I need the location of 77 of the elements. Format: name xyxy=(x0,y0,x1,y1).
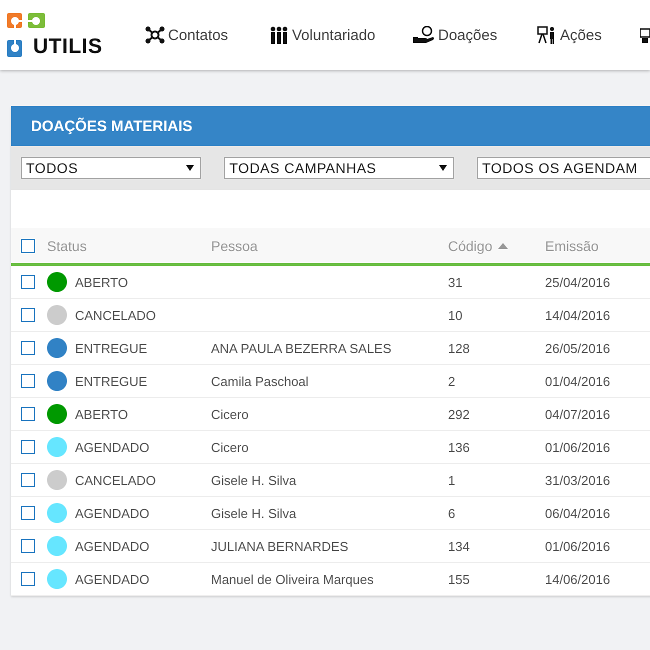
table-cell: 6 xyxy=(448,506,456,520)
table-cell: Camila Paschoal xyxy=(211,374,309,388)
checkbox[interactable] xyxy=(21,440,35,454)
table-cell: Cicero xyxy=(211,406,249,422)
checkbox[interactable] xyxy=(21,572,35,586)
table-cell: Gisele H. Silva xyxy=(211,472,296,488)
table-cell: JULIANA BERNARDES xyxy=(211,538,348,554)
table-cell: ABERTO xyxy=(75,274,128,290)
table-cell: 04/07/2016 xyxy=(545,406,610,422)
table-cell: 25/04/2016 xyxy=(545,274,610,290)
table-cell: Cicero xyxy=(211,440,249,454)
table-row[interactable]: AGENDADO JULIANA BERNARDES 134 01/06/2016 xyxy=(11,530,650,563)
table-cell: 26/05/2016 xyxy=(545,340,610,356)
table-cell: Gisele H. Silva xyxy=(211,506,296,520)
dropdown[interactable]: TODOS OS AGENDAM xyxy=(477,157,650,179)
table-cell: AGENDADO xyxy=(75,506,150,520)
table-row[interactable]: ENTREGUE ANA PAULA BEZERRA SALES 128 26/05/2016 xyxy=(11,332,650,365)
checkbox[interactable] xyxy=(21,341,35,355)
table-cell: ANA PAULA BEZERRA SALES xyxy=(211,340,392,356)
nav-link[interactable]: Contatos xyxy=(145,26,249,44)
table-cell: AGENDADO xyxy=(75,440,150,454)
table-row[interactable]: AGENDADO Gisele H. Silva 6 06/04/2016 xyxy=(11,497,650,530)
table-cell: AGENDADO xyxy=(75,572,150,586)
checkbox[interactable] xyxy=(21,275,35,289)
checkbox[interactable] xyxy=(21,308,35,322)
table-cell: AGENDADO xyxy=(75,538,150,554)
table-cell: 1 xyxy=(448,472,456,488)
sort-arrow-icon xyxy=(498,242,508,248)
table-cell: 10 xyxy=(448,308,462,322)
table-cell: 14/06/2016 xyxy=(545,572,610,586)
table-cell: 06/04/2016 xyxy=(545,506,610,520)
table-cell: 31 xyxy=(448,274,462,290)
checkbox[interactable] xyxy=(21,539,35,553)
table-row[interactable]: ENTREGUE Camila Paschoal 2 01/04/2016 xyxy=(11,365,650,398)
table-cell: 01/06/2016 xyxy=(545,440,610,454)
table-cell: CANCELADO xyxy=(75,472,156,488)
checkbox[interactable] xyxy=(21,374,35,388)
table-cell: ENTREGUE xyxy=(75,340,148,356)
dropdown[interactable]: TODOS xyxy=(21,157,202,179)
table-cell: ABERTO xyxy=(75,406,128,422)
checkbox[interactable] xyxy=(21,473,35,487)
table-cell: 292 xyxy=(448,406,470,422)
nav-link[interactable]: Voluntariado xyxy=(269,26,393,44)
table-cell: 136 xyxy=(448,440,470,454)
table-row[interactable]: CANCELADO Gisele H. Silva 1 31/03/2016 xyxy=(11,464,650,497)
network-icon xyxy=(145,26,165,44)
nav-link[interactable] xyxy=(640,26,650,44)
table-cell: Manuel de Oliveira Marques xyxy=(211,572,374,586)
table-cell: CANCELADO xyxy=(75,308,156,322)
nav-link[interactable]: Ações xyxy=(537,26,620,44)
panel-title: DOAÇÕES MATERIAIS xyxy=(31,118,192,134)
table-cell: 2 xyxy=(448,374,456,388)
table-cell: 01/06/2016 xyxy=(545,538,610,554)
hand-coin-icon xyxy=(413,26,435,44)
table-cell: 01/04/2016 xyxy=(545,374,610,388)
table-cell: 31/03/2016 xyxy=(545,472,610,488)
logo-text: UTILIS xyxy=(33,36,102,57)
table-row[interactable]: CANCELADO 10 14/04/2016 xyxy=(11,299,650,332)
people-icon xyxy=(269,26,289,44)
table-row[interactable]: ABERTO Cicero 292 04/07/2016 xyxy=(11,398,650,431)
nav-icon xyxy=(640,26,650,44)
table-cell: 14/04/2016 xyxy=(545,308,610,322)
presenter-icon xyxy=(537,26,557,44)
table-row[interactable]: ABERTO 31 25/04/2016 xyxy=(11,266,650,299)
caret-icon xyxy=(439,165,448,171)
table-cell: 134 xyxy=(448,538,470,554)
table-cell: ENTREGUE xyxy=(75,374,148,388)
checkbox[interactable] xyxy=(21,407,35,421)
checkbox[interactable] xyxy=(21,238,35,252)
table-cell: 155 xyxy=(448,572,470,586)
caret-icon xyxy=(186,165,194,171)
table-cell: 128 xyxy=(448,340,470,356)
nav-link[interactable]: Doações xyxy=(413,26,517,44)
table-row[interactable]: AGENDADO Manuel de Oliveira Marques 155 14/06/2016 xyxy=(11,563,650,596)
table-row[interactable]: AGENDADO Cicero 136 01/06/2016 xyxy=(11,431,650,464)
checkbox[interactable] xyxy=(21,506,35,520)
dropdown[interactable]: TODAS CAMPANHAS xyxy=(224,157,454,179)
